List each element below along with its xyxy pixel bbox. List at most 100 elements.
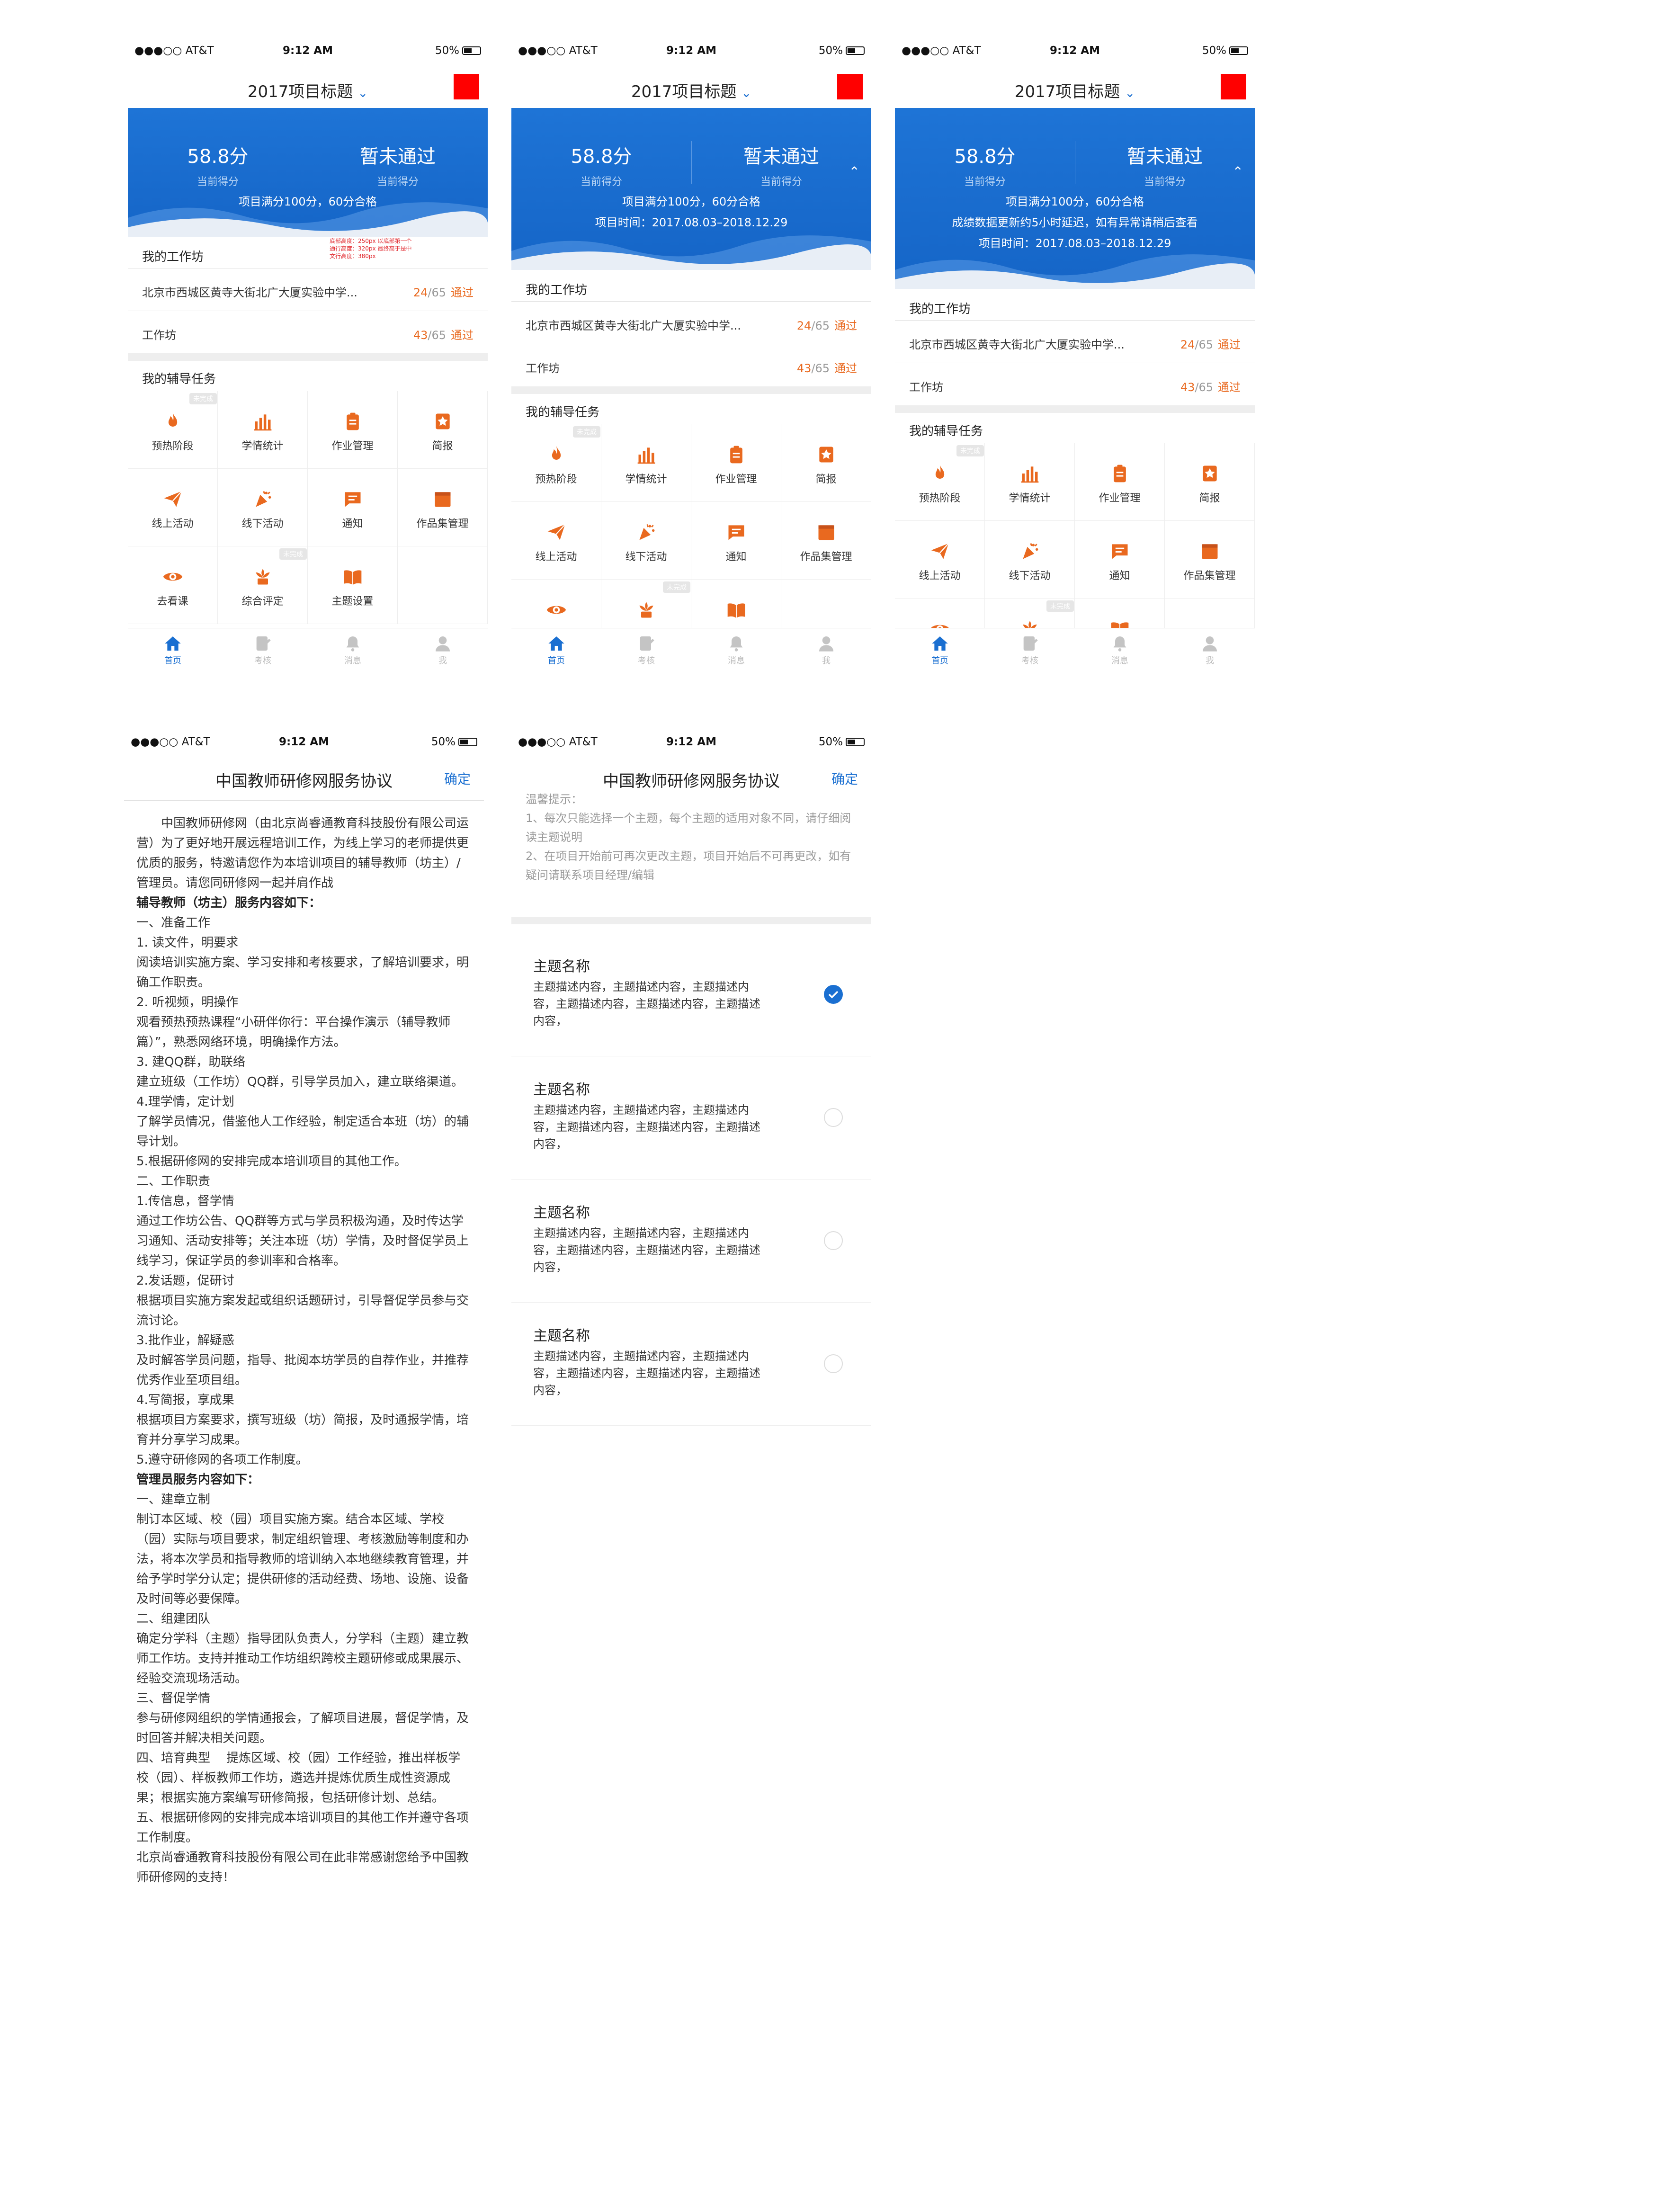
task-party-popper[interactable]: 线下活动: [218, 469, 308, 546]
task-paper-plane[interactable]: 线上活动: [511, 502, 601, 580]
tab-bar: 首页 考核 消息 我: [895, 628, 1255, 672]
party-popper-icon: [985, 539, 1074, 563]
task-label: 简报: [815, 474, 837, 485]
radio-icon[interactable]: [824, 1354, 843, 1373]
tab-edit[interactable]: 考核: [601, 633, 691, 666]
party-popper-icon: [218, 487, 307, 511]
agreement-paragraph: 5.遵守研修网的各项工作制度。: [136, 1453, 308, 1467]
tab-bell[interactable]: 消息: [691, 633, 781, 666]
status-label: 当前得分: [376, 176, 419, 188]
tab-label: 消息: [344, 656, 361, 666]
task-book[interactable]: 主题设置: [1075, 599, 1165, 628]
eye-icon: [895, 617, 984, 628]
tab-label: 考核: [638, 656, 655, 666]
task-message[interactable]: 通知: [1075, 521, 1165, 599]
project-title-dropdown[interactable]: 2017项目标题 ⌄: [895, 79, 1255, 102]
task-star-bookmark[interactable]: 简报: [781, 424, 871, 502]
task-clipboard[interactable]: 作业管理: [1075, 443, 1165, 521]
wave-decoration: [128, 202, 488, 237]
task-folder[interactable]: 作品集管理: [781, 502, 871, 580]
workshop-row[interactable]: 工作坊 43/65 通过: [128, 311, 488, 354]
radio-icon[interactable]: [824, 1108, 843, 1127]
task-bar-chart[interactable]: 学情统计: [601, 424, 691, 502]
task-eye[interactable]: 去看课: [895, 599, 985, 628]
score-value: 58.8分: [187, 146, 249, 168]
workshop-row[interactable]: 北京市西城区黄寺大街北广大厦实验中学... 24/65 通过: [895, 320, 1255, 363]
agreement-paragraph: 一、建章立制: [136, 1493, 211, 1507]
workshop-row[interactable]: 工作坊 43/65 通过: [895, 363, 1255, 406]
task-book[interactable]: 主题设置: [308, 546, 398, 624]
unfinished-badge: 未完成: [279, 548, 307, 560]
workshop-row[interactable]: 工作坊 43/65 通过: [511, 344, 871, 387]
task-clipboard[interactable]: 作业管理: [308, 391, 398, 469]
tab-home[interactable]: 首页: [511, 633, 601, 666]
home-screen-expanded: ●●●○○ AT&T 9:12 AM 50% 2017项目标题 ⌄ 58.8分 当前…: [511, 38, 871, 672]
status-bar: ●●●○○ AT&T 9:12 AM 50%: [124, 729, 484, 758]
collapse-icon[interactable]: ⌃: [1233, 164, 1243, 179]
home-screen-delay: ●●●○○ AT&T 9:12 AM 50% 2017项目标题 ⌄ 58.8分 当前…: [895, 38, 1255, 672]
radio-icon[interactable]: [824, 1231, 843, 1250]
tab-home[interactable]: 首页: [895, 633, 985, 666]
tab-home[interactable]: 首页: [128, 633, 218, 666]
book-icon: [308, 564, 397, 589]
tab-label: 消息: [1111, 656, 1128, 666]
task-label: 作品集管理: [800, 551, 852, 563]
task-message[interactable]: 通知: [308, 469, 398, 546]
score-banner[interactable]: 58.8分 当前得分 暂未通过 当前得分 项目满分100分，60分合格: [128, 108, 488, 237]
task-party-popper[interactable]: 线下活动: [985, 521, 1075, 599]
flower-icon: [985, 617, 1074, 628]
task-clipboard[interactable]: 作业管理: [691, 424, 781, 502]
empty-cell: [1165, 599, 1255, 628]
topic-item[interactable]: 主题名称 主题描述内容，主题描述内容，主题描述内容，主题描述内容，主题描述内容，主…: [511, 933, 871, 1056]
collapse-icon[interactable]: ⌃: [849, 164, 860, 179]
clipboard-icon: [691, 442, 781, 467]
task-star-bookmark[interactable]: 简报: [398, 391, 488, 469]
agreement-paragraph: 五、根据研修网的安排完成本培训项目的其他工作并遵守各项工作制度。: [136, 1811, 469, 1845]
tab-user[interactable]: 我: [1165, 633, 1255, 666]
message-icon: [308, 487, 397, 511]
bar-chart-icon: [601, 442, 691, 467]
task-paper-plane[interactable]: 线上活动: [128, 469, 218, 546]
task-label: 主题设置: [331, 596, 374, 608]
topic-item[interactable]: 主题名称 主题描述内容，主题描述内容，主题描述内容，主题描述内容，主题描述内容，主…: [511, 1056, 871, 1180]
task-eye[interactable]: 去看课: [511, 580, 601, 628]
tab-bell[interactable]: 消息: [1075, 633, 1165, 666]
tasks-section-title: 我的辅导任务: [142, 372, 216, 386]
confirm-button[interactable]: 确定: [831, 769, 858, 788]
folder-icon: [398, 487, 487, 511]
task-bar-chart[interactable]: 学情统计: [985, 443, 1075, 521]
tab-user[interactable]: 我: [398, 633, 488, 666]
workshop-row[interactable]: 北京市西城区黄寺大街北广大厦实验中学... 24/65 通过: [511, 301, 871, 344]
topic-item[interactable]: 主题名称 主题描述内容，主题描述内容，主题描述内容，主题描述内容，主题描述内容，主…: [511, 1302, 871, 1426]
task-folder[interactable]: 作品集管理: [1165, 521, 1255, 599]
tasks-grid: 预热阶段学情统计作业管理简报线上活动线下活动通知作品集管理去看课综合评定主题设置…: [895, 443, 1255, 628]
tab-bell[interactable]: 消息: [308, 633, 398, 666]
score-banner[interactable]: 58.8分 当前得分 暂未通过 当前得分 ⌃ 项目满分100分，60分合格 项目时间…: [511, 108, 871, 270]
folder-icon: [781, 520, 871, 545]
workshop-row[interactable]: 北京市西城区黄寺大街北广大厦实验中学... 24/65 通过: [128, 268, 488, 311]
task-message[interactable]: 通知: [691, 502, 781, 580]
agreement-paragraph: 三、督促学情: [136, 1691, 211, 1706]
project-title-dropdown[interactable]: 2017项目标题 ⌄: [511, 79, 871, 102]
tab-edit[interactable]: 考核: [985, 633, 1075, 666]
checked-radio-icon[interactable]: [824, 985, 843, 1004]
tab-user[interactable]: 我: [781, 633, 871, 666]
task-star-bookmark[interactable]: 简报: [1165, 443, 1255, 521]
placeholder-marker: [837, 74, 863, 99]
task-eye[interactable]: 去看课: [128, 546, 218, 624]
tab-bar: 首页 考核 消息 我: [128, 628, 488, 672]
confirm-button[interactable]: 确定: [444, 769, 471, 788]
project-title-dropdown[interactable]: 2017项目标题 ⌄: [128, 79, 488, 102]
task-paper-plane[interactable]: 线上活动: [895, 521, 985, 599]
task-book[interactable]: 主题设置: [691, 580, 781, 628]
tab-edit[interactable]: 考核: [218, 633, 308, 666]
task-folder[interactable]: 作品集管理: [398, 469, 488, 546]
tab-label: 考核: [1021, 656, 1038, 666]
task-bar-chart[interactable]: 学情统计: [218, 391, 308, 469]
agreement-heading: 辅导教师（坊主）服务内容如下：: [136, 896, 322, 910]
topic-item[interactable]: 主题名称 主题描述内容，主题描述内容，主题描述内容，主题描述内容，主题描述内容，主…: [511, 1179, 871, 1303]
agreement-text: 中国教师研修网（由北京尚睿通教育科技股份有限公司运营）为了更好地开展远程培训工作…: [136, 813, 472, 1887]
task-party-popper[interactable]: 线下活动: [601, 502, 691, 580]
agreement-paragraph: 根据项目方案要求，撰写班级（坊）简报，及时通报学情，培育并分享学习成果。: [136, 1413, 469, 1447]
score-banner[interactable]: 58.8分 当前得分 暂未通过 当前得分 ⌃ 项目满分100分，60分合格 成绩数据…: [895, 108, 1255, 289]
